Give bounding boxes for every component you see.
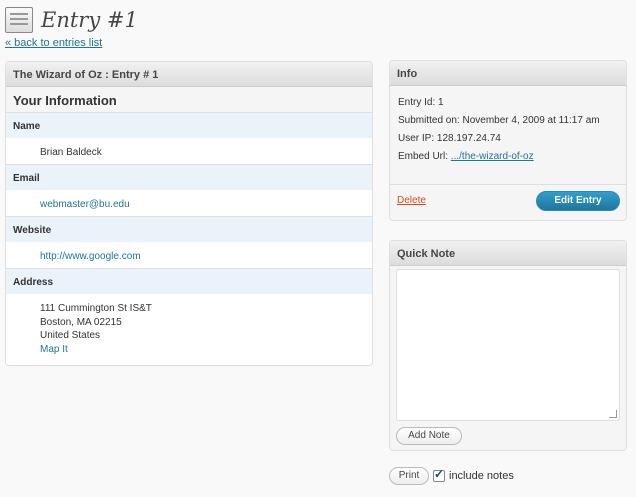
entry-details-panel: The Wizard of Oz : Entry # 1 Your Inform… [5,61,373,366]
embed-url-row: Embed Url: .../the-wizard-of-oz [398,148,618,166]
print-row: Print include notes [389,466,514,486]
name-value: Brian Baldeck [6,139,372,165]
address-line-2: Boston, MA 02215 [40,316,122,328]
website-row: http://www.google.com [6,243,372,269]
print-button[interactable]: Print [389,467,429,485]
website-label: Website [6,217,372,243]
email-label: Email [6,165,372,191]
email-link[interactable]: webmaster@bu.edu [40,199,130,210]
add-note-button[interactable]: Add Note [396,427,462,445]
section-title: Your Information [6,87,372,113]
entry-page-icon [5,7,33,33]
include-notes-label: include notes [449,470,514,482]
info-panel: Info Entry Id: 1 Submitted on: November … [389,60,627,221]
resize-grip-icon[interactable] [609,410,617,418]
page-header: Entry #1 [5,5,138,35]
address-line-1: 111 Cummington St IS&T [40,303,152,314]
submitted-on: Submitted on: November 4, 2009 at 11:17 … [398,115,600,126]
include-notes-checkbox[interactable] [433,467,445,482]
address-label: Address [6,269,372,295]
embed-url-link[interactable]: .../the-wizard-of-oz [451,151,534,162]
edit-entry-button[interactable]: Edit Entry [536,191,620,211]
name-label: Name [6,113,372,139]
address-value: 111 Cummington St IS&T Boston, MA 02215 … [6,295,372,356]
info-panel-header: Info [390,61,626,86]
entry-panel-header: The Wizard of Oz : Entry # 1 [6,62,372,87]
quick-note-header: Quick Note [390,241,626,266]
delete-link[interactable]: Delete [397,195,426,206]
quick-note-panel: Quick Note Add Note [389,240,627,451]
website-link[interactable]: http://www.google.com [40,251,141,262]
back-to-entries-link[interactable]: « back to entries list [5,37,102,49]
user-ip: User IP: 128.197.24.74 [398,133,501,144]
map-it-link[interactable]: Map It [40,344,68,355]
entry-id: Entry Id: 1 [398,97,444,108]
info-actions: Delete Edit Entry [390,184,626,220]
address-line-3: United States [40,330,101,341]
info-body: Entry Id: 1 Submitted on: November 4, 20… [390,86,626,166]
quick-note-textarea[interactable] [396,269,620,421]
email-row: webmaster@bu.edu [6,191,372,217]
page-title: Entry #1 [41,8,138,32]
embed-url-label: Embed Url: [398,151,449,162]
